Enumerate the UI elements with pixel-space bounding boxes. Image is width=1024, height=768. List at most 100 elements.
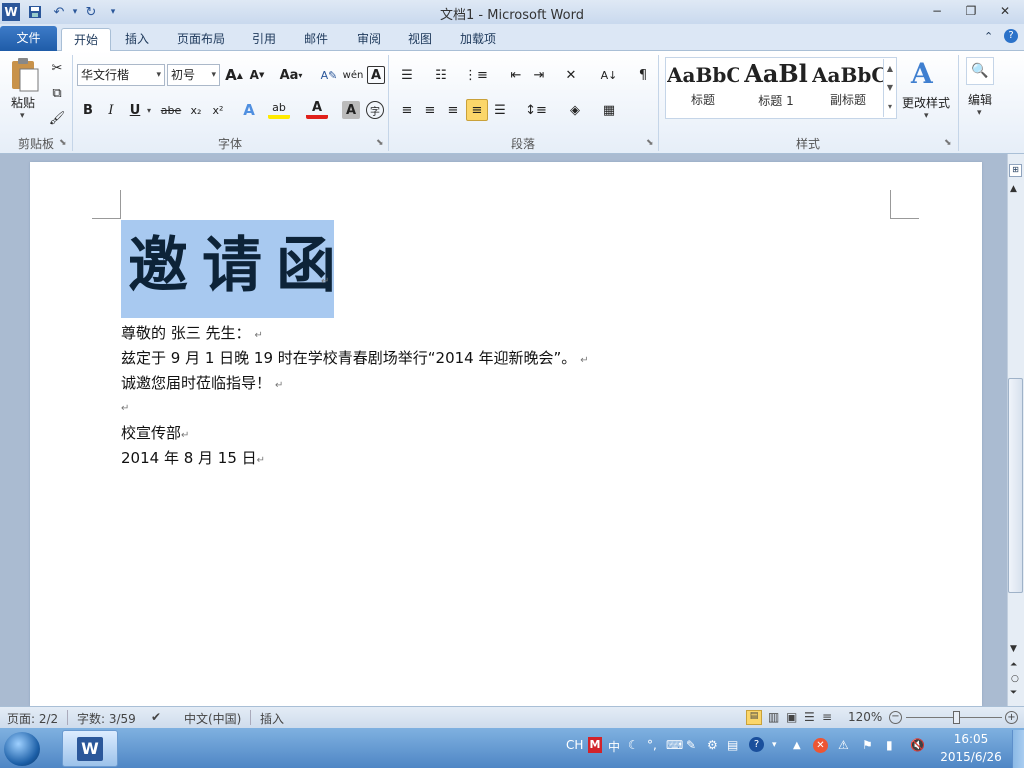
document-title[interactable]: 邀请函 xyxy=(128,228,350,304)
strikethrough-button[interactable]: abe xyxy=(158,99,184,121)
editing-button[interactable]: 编辑 xyxy=(968,91,992,108)
shrink-font-icon[interactable]: A ▼ xyxy=(246,64,268,86)
bullets-icon[interactable]: ☰ xyxy=(396,64,418,86)
paragraph[interactable]: 尊敬的 张三 先生： ↵ xyxy=(121,322,263,343)
clock-date[interactable]: 2015/6/26 xyxy=(936,750,1006,764)
show-hidden-icons[interactable]: ▲ xyxy=(793,740,801,751)
clear-formatting-icon[interactable]: A✎ xyxy=(318,64,340,86)
font-launcher-icon[interactable]: ⬊ xyxy=(376,138,384,148)
ruler-toggle-icon[interactable]: ⊞ xyxy=(1009,164,1022,177)
tab-addins[interactable]: 加载项 xyxy=(448,28,508,51)
justify-icon[interactable]: ≡ xyxy=(466,99,488,121)
chinese-layout-icon[interactable]: ✕ xyxy=(560,64,582,86)
next-page-icon[interactable]: ⏷ xyxy=(1010,688,1017,698)
clipboard-launcher-icon[interactable]: ⬊ xyxy=(59,138,67,148)
tools-icon[interactable]: ⚙ xyxy=(707,738,718,752)
line-spacing-icon[interactable]: ↕≡ xyxy=(525,99,547,121)
style-heading-1[interactable]: AaBl 标题 1 xyxy=(740,57,812,113)
decrease-indent-icon[interactable]: ⇤ xyxy=(505,64,527,86)
keyboard-icon[interactable]: ⌨ xyxy=(666,738,683,752)
character-shading-icon[interactable]: A xyxy=(342,101,360,119)
enclose-characters-icon[interactable]: 字 xyxy=(366,101,384,119)
web-layout-view-icon[interactable]: ▣ xyxy=(786,710,797,724)
moon-icon[interactable]: ☾ xyxy=(628,738,639,752)
tab-page-layout[interactable]: 页面布局 xyxy=(165,28,237,51)
font-color-icon[interactable]: A xyxy=(306,99,328,119)
ime-indicator[interactable]: CH xyxy=(566,738,583,752)
help-icon[interactable]: ? xyxy=(1004,29,1018,43)
shading-icon[interactable]: ◈ xyxy=(564,99,586,121)
multilevel-list-icon[interactable]: ⋮≡ xyxy=(464,64,488,86)
change-styles-dropdown-icon[interactable]: ▾ xyxy=(924,111,929,121)
clock-time[interactable]: 16:05 xyxy=(936,732,1006,746)
draft-view-icon[interactable]: ≡ xyxy=(822,710,832,724)
font-name-select[interactable]: 华文行楷 ▾ xyxy=(77,64,165,86)
cut-icon[interactable]: ✂ xyxy=(46,57,68,79)
grow-font-icon[interactable]: A ▲ xyxy=(223,64,245,86)
scroll-thumb[interactable] xyxy=(1008,378,1023,593)
volume-muted-icon[interactable]: 🔇 xyxy=(910,738,925,752)
scroll-down-icon[interactable]: ▼ xyxy=(1010,644,1017,654)
align-right-icon[interactable]: ≡ xyxy=(442,99,464,121)
change-case-icon[interactable]: Aa ▾ xyxy=(277,64,305,86)
word-count[interactable]: 字数: 3/59 xyxy=(77,710,136,727)
bold-button[interactable]: B xyxy=(77,99,99,121)
taskbar-word-button[interactable]: W xyxy=(62,730,118,767)
ime-options-icon[interactable]: ▾ xyxy=(772,740,777,750)
input-method-icon[interactable]: M xyxy=(588,737,602,753)
phonetic-guide-icon[interactable]: wén xyxy=(342,64,364,86)
reading-view-icon[interactable]: ▥ xyxy=(768,710,779,724)
insert-mode[interactable]: 插入 xyxy=(260,710,284,727)
character-border-icon[interactable]: A xyxy=(367,66,385,84)
zoom-in-icon[interactable]: + xyxy=(1005,711,1018,724)
distributed-icon[interactable]: ☰ xyxy=(489,99,511,121)
proofing-icon[interactable]: ✔ xyxy=(151,710,161,724)
collapse-ribbon-icon[interactable]: ⌃ xyxy=(984,30,993,43)
paragraph[interactable]: 兹定于 9 月 1 日晚 19 时在学校青春剧场举行“2014 年迎新晚会”。 ↵ xyxy=(121,347,589,368)
scroll-up-icon[interactable]: ▲ xyxy=(1010,184,1017,194)
italic-button[interactable]: I xyxy=(100,99,122,121)
paste-button[interactable]: 粘贴 xyxy=(11,94,35,111)
tab-home[interactable]: 开始 xyxy=(61,28,112,52)
browse-object-icon[interactable]: ○ xyxy=(1011,674,1019,684)
borders-icon[interactable]: ▦ xyxy=(598,99,620,121)
superscript-button[interactable]: x² xyxy=(207,99,229,121)
outline-view-icon[interactable]: ☰ xyxy=(804,710,815,724)
highlight-color-icon[interactable]: ab xyxy=(268,99,290,119)
flag-icon[interactable]: ⚑ xyxy=(862,738,873,752)
format-painter-icon[interactable]: 🖌 xyxy=(46,107,68,129)
zoom-level[interactable]: 120% xyxy=(848,710,882,724)
tab-view[interactable]: 视图 xyxy=(396,28,444,51)
chinese-mode-icon[interactable]: 中 xyxy=(608,738,620,755)
network-warning-icon[interactable]: ⚠ xyxy=(838,738,849,752)
style-title[interactable]: AaBbC 标题 xyxy=(667,57,739,113)
paragraph[interactable]: 诚邀您届时莅临指导！ ↵ xyxy=(121,372,283,393)
paragraph[interactable]: 2014 年 8 月 15 日↵ xyxy=(121,447,265,468)
underline-dropdown-icon[interactable]: ▾ xyxy=(147,106,151,115)
restore-button[interactable]: ❐ xyxy=(954,0,988,22)
ime-help-icon[interactable]: ? xyxy=(749,737,764,752)
close-button[interactable]: ✕ xyxy=(988,0,1022,22)
styles-scroll[interactable]: ▲ ▼ ▾ xyxy=(883,59,896,117)
editing-dropdown-icon[interactable]: ▾ xyxy=(977,108,982,118)
paragraph[interactable]: ↵ xyxy=(121,397,129,415)
align-center-icon[interactable]: ≡ xyxy=(419,99,441,121)
minimize-button[interactable]: − xyxy=(920,0,954,22)
previous-page-icon[interactable]: ⏶ xyxy=(1010,660,1017,670)
tab-insert[interactable]: 插入 xyxy=(113,28,161,51)
security-icon[interactable]: ✕ xyxy=(813,738,828,753)
style-subtitle[interactable]: AaBbC 副标题 xyxy=(812,57,884,113)
subscript-button[interactable]: x₂ xyxy=(185,99,207,121)
punctuation-icon[interactable]: °, xyxy=(647,738,657,752)
sort-icon[interactable]: A↓ xyxy=(598,64,620,86)
change-styles-icon[interactable]: A xyxy=(911,57,933,90)
show-desktop-button[interactable] xyxy=(1012,730,1024,768)
print-layout-view-icon[interactable]: ▤ xyxy=(746,710,762,725)
menu-icon[interactable]: ▤ xyxy=(727,738,738,752)
page-count[interactable]: 页面: 2/2 xyxy=(7,710,58,727)
tab-mailings[interactable]: 邮件 xyxy=(292,28,340,51)
paste-icon[interactable] xyxy=(8,57,40,97)
tab-file[interactable]: 文件 xyxy=(0,26,57,51)
font-size-select[interactable]: 初号 ▾ xyxy=(167,64,220,86)
copy-icon[interactable]: ⧉ xyxy=(46,82,68,104)
